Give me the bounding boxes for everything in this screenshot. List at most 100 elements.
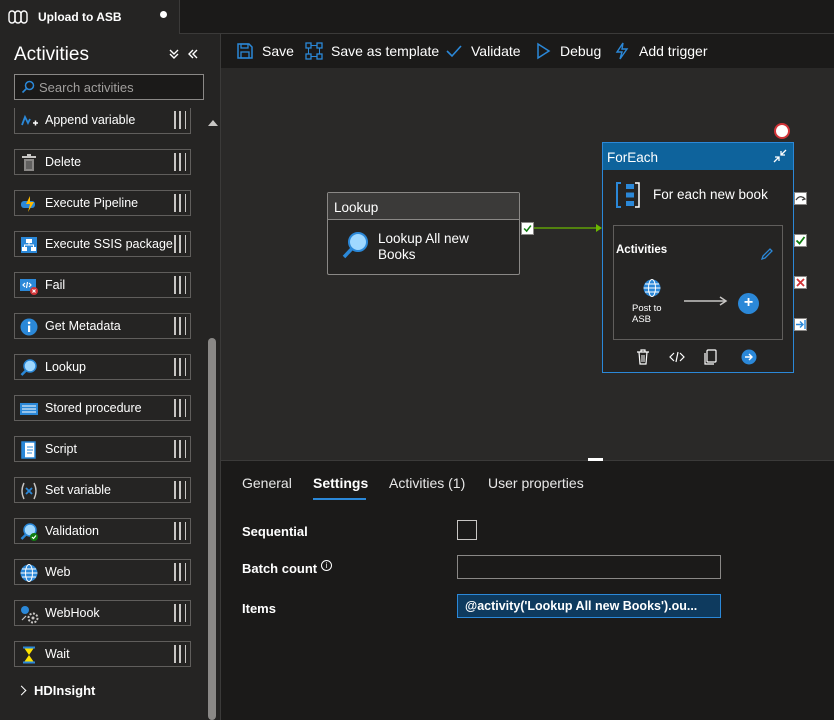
activity-set-variable[interactable]: Set variable [14,477,191,503]
activity-append-variable[interactable]: Append variable [14,108,191,134]
drag-handle[interactable] [174,440,186,458]
fail-icon [20,279,38,295]
items-expression-field[interactable]: @activity('Lookup All new Books').ou... [457,594,721,618]
delete-icon[interactable] [635,349,651,365]
activity-lookup[interactable]: Lookup [14,354,191,380]
save-button[interactable]: Save [236,41,294,61]
lookup-node-name: Lookup All new Books [378,231,469,262]
group-hdinsight[interactable]: HDInsight [16,683,95,698]
search-activities[interactable] [14,74,204,100]
activity-web[interactable]: Web [14,559,191,585]
set-variable-icon [21,482,37,500]
delete-icon [22,154,36,171]
drag-handle[interactable] [174,153,186,171]
foreach-icon [616,182,640,208]
lookup-icon [20,359,37,376]
activity-stored-procedure[interactable]: Stored procedure [14,395,191,421]
tab-settings[interactable]: Settings [313,475,368,491]
sequential-label: Sequential [242,524,308,539]
add-activity-button[interactable]: + [738,293,759,314]
inner-activity-name: Post to ASB [632,303,662,325]
validation-icon [20,523,38,541]
drag-handle[interactable] [174,563,186,581]
collapse-node-icon[interactable] [771,147,789,165]
pipeline-canvas[interactable]: Lookup Lookup All new Books ForEach For … [221,68,834,460]
success-checkbox-icon[interactable] [521,222,534,235]
tab-title: Upload to ASB [38,10,122,24]
scroll-thumb[interactable] [208,338,216,720]
activity-script[interactable]: Script [14,436,191,462]
lightning-icon [615,42,629,60]
info-icon[interactable]: i [321,560,333,571]
foreach-inner-activities[interactable]: Activities Post to ASB + [613,225,783,340]
pipeline-icon [8,10,28,24]
drag-handle[interactable] [174,604,186,622]
tab-user-properties[interactable]: User properties [488,475,584,491]
activity-execute-ssis-package[interactable]: Execute SSIS package [14,231,191,257]
activity-validation[interactable]: Validation [14,518,191,544]
add-trigger-button[interactable]: Add trigger [613,41,707,61]
activity-delete[interactable]: Delete [14,149,191,175]
lookup-activity-node[interactable]: Lookup Lookup All new Books [327,192,520,275]
code-icon[interactable] [669,349,685,365]
pencil-icon[interactable] [760,247,774,261]
drag-handle[interactable] [174,358,186,376]
debug-button[interactable]: Debug [534,41,601,61]
search-input[interactable] [39,75,199,99]
failure-path-icon[interactable] [794,276,807,289]
template-icon [305,42,323,60]
sequential-checkbox[interactable] [457,520,477,540]
sidebar-scrollbar[interactable] [207,118,218,720]
save-as-template-button[interactable]: Save as template [305,41,439,61]
navigate-icon[interactable] [741,349,757,365]
drag-handle[interactable] [174,276,186,294]
foreach-node-name: For each new book [653,187,768,202]
drag-handle[interactable] [174,481,186,499]
inner-activities-title: Activities [616,244,668,256]
sidebar-title: Activities [14,44,89,65]
activities-sidebar: Activities Append variable [0,34,221,720]
drag-handle[interactable] [174,522,186,540]
skipped-path-icon[interactable] [794,192,807,205]
lookup-node-type: Lookup [328,193,519,220]
activity-wait[interactable]: Wait [14,641,191,667]
completion-path-icon[interactable] [794,318,807,331]
batch-count-label: Batch count [242,561,318,576]
collapse-panel-icon[interactable] [187,48,199,60]
hourglass-icon [23,646,35,664]
drag-handle[interactable] [174,111,186,129]
info-icon [20,318,38,336]
drag-handle[interactable] [174,645,186,663]
tab-general[interactable]: General [242,475,292,491]
play-icon [537,42,551,60]
document-tab-strip: Upload to ASB [0,0,834,34]
validate-button[interactable]: Validate [445,41,521,61]
globe-icon [643,279,661,297]
stored-procedure-icon [20,403,38,415]
foreach-activity-node[interactable]: ForEach For each new book Activities Pos… [602,142,794,373]
drag-handle[interactable] [174,399,186,417]
globe-icon [20,564,38,582]
batch-count-label-row: Batch count i [242,560,333,576]
activity-execute-pipeline[interactable]: Execute Pipeline [14,190,191,216]
pipeline-tab[interactable]: Upload to ASB [0,0,180,34]
save-icon [237,43,253,59]
scroll-up-icon[interactable] [208,120,218,126]
copy-icon[interactable] [703,349,719,365]
search-icon [21,80,35,94]
success-path-icon[interactable] [794,234,807,247]
properties-panel: General Settings Activities (1) User pro… [221,461,834,720]
append-variable-icon [21,114,38,126]
batch-count-field[interactable] [457,555,721,579]
tab-activities[interactable]: Activities (1) [389,475,465,491]
script-icon [21,441,36,459]
activity-get-metadata[interactable]: Get Metadata [14,313,191,339]
drag-handle[interactable] [174,235,186,253]
active-tab-indicator [313,498,366,500]
drag-handle[interactable] [174,317,186,335]
webhook-icon [21,606,39,624]
activity-webhook[interactable]: WebHook [14,600,191,626]
collapse-all-icon[interactable] [168,48,180,60]
drag-handle[interactable] [174,194,186,212]
activity-fail[interactable]: Fail [14,272,191,298]
